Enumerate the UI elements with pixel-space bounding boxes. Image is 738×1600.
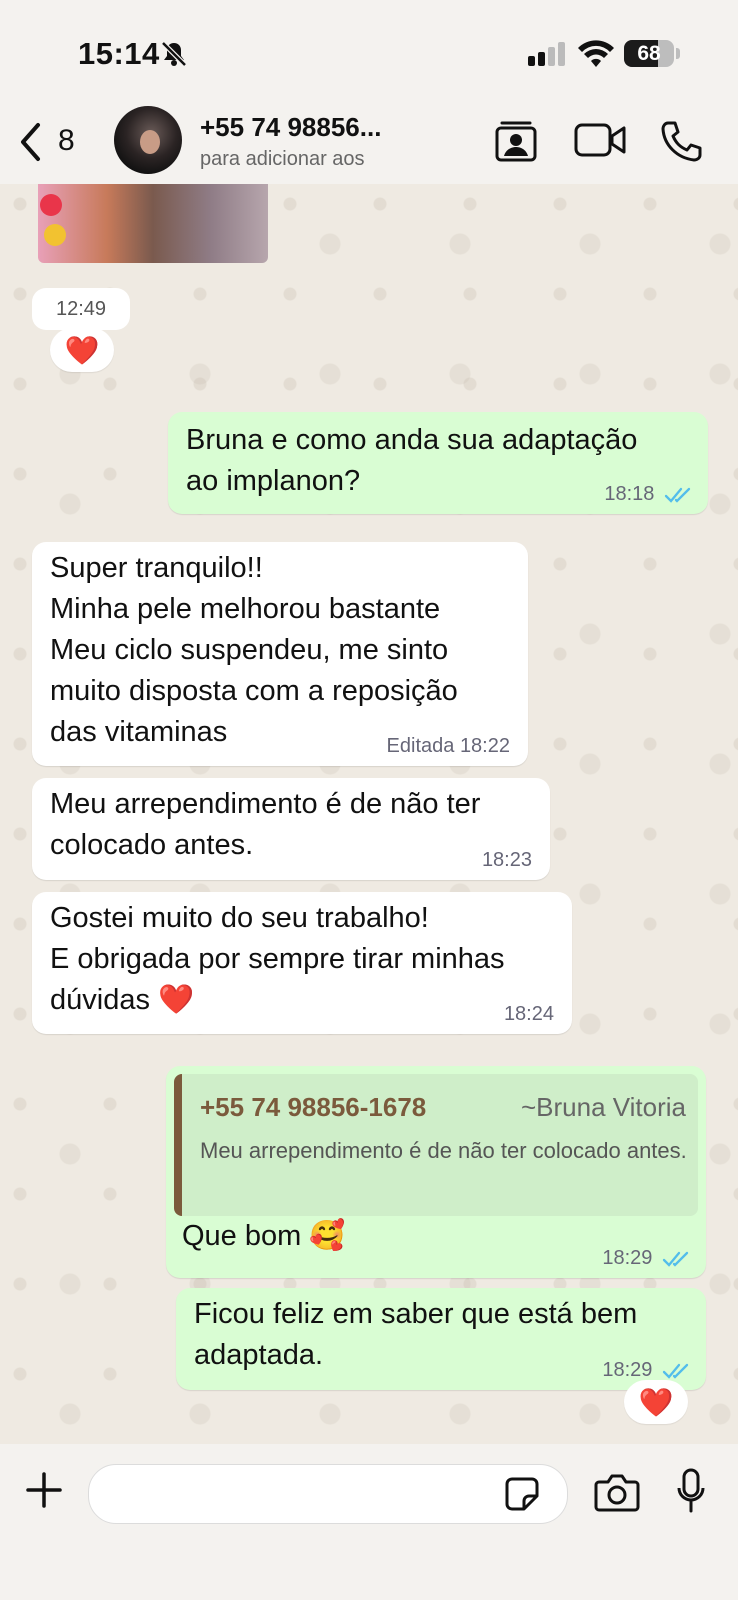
message-text: Meu arrependimento é de não ter colocado…	[50, 788, 481, 861]
chat-area[interactable]: 12:49 ❤️ Bruna e como anda sua adaptação…	[0, 184, 738, 1444]
message-meta: Editada 18:22	[387, 735, 510, 758]
message-time: 18:18	[604, 483, 655, 505]
message-text: Super tranquilo!! Minha pele melhorou ba…	[50, 552, 458, 748]
read-ticks-icon	[664, 487, 691, 503]
contact-subtitle[interactable]: para adicionar aos	[200, 148, 365, 171]
message-outgoing[interactable]: Ficou feliz em saber que está bem adapta…	[176, 1288, 706, 1390]
message-meta: 18:29	[602, 1247, 692, 1270]
message-composer	[0, 1444, 738, 1600]
message-text: Ficou feliz em saber que está bem adapta…	[194, 1298, 638, 1371]
reaction-heart[interactable]: ❤️	[624, 1380, 688, 1424]
quoted-phone: +55 74 98856-1678	[200, 1092, 427, 1122]
image-message[interactable]	[38, 184, 268, 263]
read-ticks-icon	[662, 1363, 689, 1379]
quoted-name: ~Bruna Vitoria	[520, 1092, 686, 1122]
message-text: Bruna e como anda sua adaptação ao impla…	[186, 424, 638, 497]
message-outgoing-reply[interactable]: +55 74 98856-1678 ~Bruna Vitoria Meu arr…	[166, 1066, 706, 1278]
phone-call-icon[interactable]	[660, 120, 702, 162]
message-meta: 18:23	[482, 849, 532, 872]
edited-label: Editada	[386, 735, 455, 757]
message-time: 18:24	[503, 1003, 554, 1025]
message-time: 18:22	[459, 735, 510, 757]
message-meta: 18:29	[602, 1359, 692, 1382]
sticker-icon[interactable]	[504, 1476, 540, 1512]
message-incoming[interactable]: Meu arrependimento é de não ter colocado…	[32, 778, 550, 880]
status-time: 15:14	[78, 36, 160, 71]
message-outgoing[interactable]: Bruna e como anda sua adaptação ao impla…	[168, 412, 708, 514]
camera-icon[interactable]	[594, 1472, 640, 1512]
message-time: 18:29	[602, 1359, 653, 1381]
battery-cap	[676, 48, 680, 59]
status-bar: 15:14 68	[0, 0, 738, 104]
quoted-text: Meu arrependimento é de não ter colocado…	[200, 1138, 687, 1163]
message-time: 18:23	[481, 849, 532, 871]
chat-header: 8 +55 74 98856... para adicionar aos	[0, 104, 738, 184]
unread-count[interactable]: 8	[58, 124, 75, 158]
read-ticks-icon	[662, 1251, 689, 1267]
battery-indicator: 68	[624, 40, 674, 67]
microphone-icon[interactable]	[676, 1468, 706, 1514]
message-text: Que bom 🥰	[182, 1220, 346, 1252]
timestamp-chip: 12:49	[32, 288, 130, 330]
plus-icon[interactable]	[26, 1472, 62, 1508]
contact-name[interactable]: +55 74 98856...	[200, 112, 381, 143]
back-chevron-icon[interactable]	[18, 122, 44, 162]
video-call-icon[interactable]	[574, 122, 626, 158]
message-text: Gostei muito do seu trabalho! E obrigada…	[50, 902, 505, 1016]
quoted-message[interactable]: +55 74 98856-1678 ~Bruna Vitoria Meu arr…	[174, 1074, 698, 1216]
cellular-signal-icon	[528, 42, 565, 66]
battery-percent: 68	[637, 42, 661, 65]
bell-muted-icon	[161, 41, 187, 67]
message-incoming[interactable]: Gostei muito do seu trabalho! E obrigada…	[32, 892, 572, 1034]
message-incoming[interactable]: Super tranquilo!! Minha pele melhorou ba…	[32, 542, 528, 766]
avatar[interactable]	[114, 106, 182, 174]
message-input[interactable]	[88, 1464, 568, 1524]
message-time: 18:29	[602, 1247, 653, 1269]
wifi-icon	[578, 40, 614, 67]
reaction-heart[interactable]: ❤️	[50, 328, 114, 372]
message-meta: 18:18	[604, 483, 694, 506]
message-meta: 18:24	[504, 1003, 554, 1026]
contact-card-icon[interactable]	[494, 118, 538, 164]
